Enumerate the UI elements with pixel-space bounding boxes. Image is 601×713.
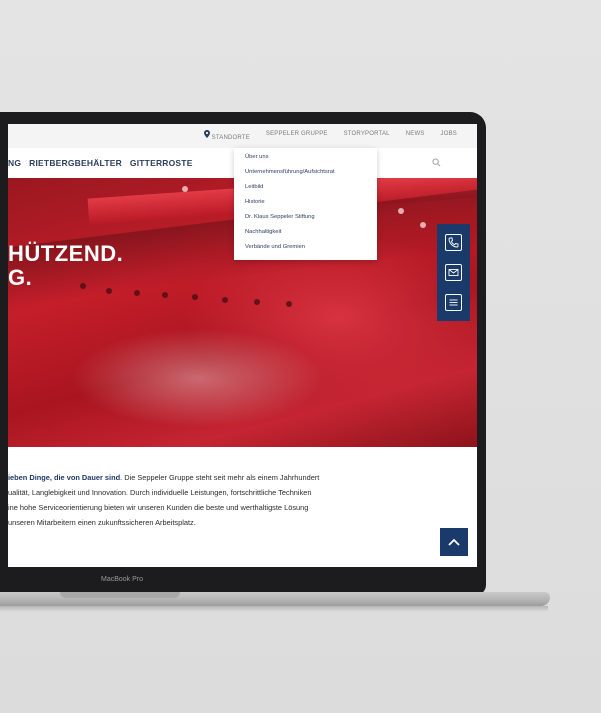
hero-hole — [420, 222, 426, 228]
intro-line-1: ieben Dinge, die von Dauer sind. Die Sep… — [8, 470, 428, 485]
device-label: MacBook Pro — [101, 576, 144, 583]
utility-link-storyportal[interactable]: STORYPORTAL — [344, 131, 390, 141]
utility-link-jobs[interactable]: JOBS — [441, 131, 457, 141]
dropdown-item-leitbild[interactable]: Leitbild — [245, 184, 263, 190]
hero-hole — [222, 297, 228, 303]
utility-link-seppeler-gruppe[interactable]: SEPPELER GRUPPE — [266, 131, 328, 141]
dropdown-item-stiftung[interactable]: Dr. Klaus Seppeler Stiftung — [245, 214, 315, 220]
hero-hole — [254, 299, 260, 305]
hero-title-line2: G. — [8, 265, 33, 290]
nav-item-gitterroste[interactable]: GITTERROSTE — [130, 158, 193, 168]
hero-hole — [182, 186, 188, 192]
newsletter-icon — [449, 299, 458, 306]
newsletter-button[interactable] — [445, 294, 462, 311]
intro-line-3: ine hohe Serviceorientierung bieten wir … — [8, 503, 309, 512]
utility-link-standorte[interactable]: STANDORTE — [203, 130, 250, 141]
hero-hole — [192, 294, 198, 300]
chevron-up-icon — [448, 538, 460, 546]
scroll-to-top-button[interactable] — [440, 528, 468, 556]
mail-button[interactable] — [445, 264, 462, 281]
phone-icon — [448, 237, 459, 248]
dropdown-item-verbaende[interactable]: Verbände und Gremien — [245, 244, 305, 250]
nav-item-partial[interactable]: NG — [8, 158, 21, 168]
mail-icon — [448, 269, 459, 276]
dropdown-item-ueber-uns[interactable]: Über uns — [245, 154, 269, 160]
utility-link-label: STANDORTE — [211, 135, 250, 141]
hero-title: HÜTZEND. G. — [8, 242, 123, 290]
hero-hole — [162, 292, 168, 298]
search-icon[interactable] — [432, 158, 441, 167]
dropdown-item-unternehmensfuehrung[interactable]: Unternehmensführung/Aufsichtsrat — [245, 169, 335, 175]
intro-line-1-rest: . Die Seppeler Gruppe steht seit mehr al… — [120, 473, 320, 482]
seppeler-gruppe-dropdown: Über uns Unternehmensführung/Aufsichtsra… — [234, 148, 377, 260]
hero-hole — [286, 301, 292, 307]
nav-item-rietbergbehaelter[interactable]: RIETBERGBEHÄLTER — [29, 158, 122, 168]
phone-button[interactable] — [445, 234, 462, 251]
hero-title-line1: HÜTZEND. — [8, 241, 124, 266]
intro-headline: ieben Dinge, die von Dauer sind — [8, 473, 121, 482]
laptop-screen: STANDORTE SEPPELER GRUPPE STORYPORTAL NE… — [8, 124, 477, 567]
laptop-shadow — [0, 606, 548, 612]
laptop-notch — [60, 592, 180, 598]
utility-link-news[interactable]: NEWS — [406, 131, 425, 141]
dropdown-item-nachhaltigkeit[interactable]: Nachhaltigkeit — [245, 229, 281, 235]
utility-links: STANDORTE SEPPELER GRUPPE STORYPORTAL NE… — [203, 130, 457, 141]
dropdown-item-historie[interactable]: Historie — [245, 199, 265, 205]
hero-hole — [134, 290, 140, 296]
intro-text: ieben Dinge, die von Dauer sind. Die Sep… — [8, 470, 428, 530]
hero-hole — [398, 208, 404, 214]
intro-line-4: unseren Mitarbeitern einen zukunftssiche… — [8, 518, 196, 527]
utility-bar: STANDORTE SEPPELER GRUPPE STORYPORTAL NE… — [8, 124, 477, 149]
contact-widget — [437, 224, 470, 321]
location-pin-icon — [203, 130, 210, 138]
intro-line-2: ualität, Langlebigkeit und Innovation. D… — [8, 488, 312, 497]
